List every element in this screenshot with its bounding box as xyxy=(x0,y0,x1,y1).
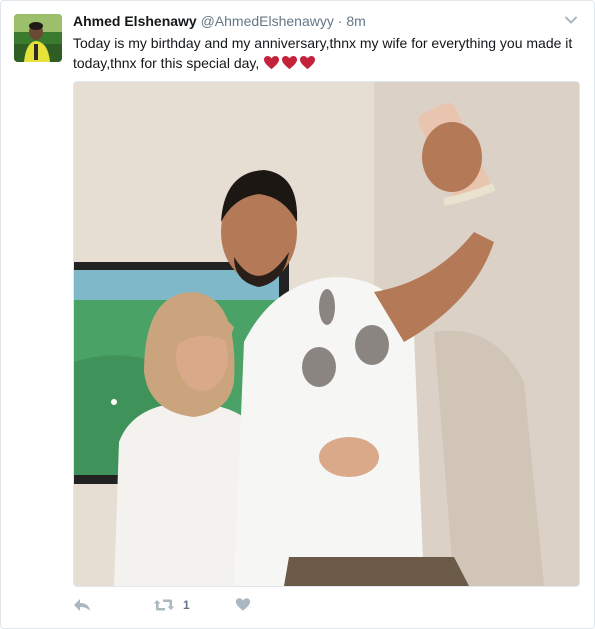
retweet-icon xyxy=(154,599,174,611)
tweet-body: Today is my birthday and my anniversary,… xyxy=(73,35,573,71)
heart-emoji-icon xyxy=(282,55,298,70)
heart-icon xyxy=(235,598,251,611)
author-name[interactable]: Ahmed Elshenawy xyxy=(73,13,197,29)
timestamp[interactable]: 8m xyxy=(346,13,365,29)
avatar[interactable] xyxy=(14,14,62,62)
heart-emoji-icon xyxy=(264,55,280,70)
like-button[interactable] xyxy=(235,597,251,612)
reply-icon xyxy=(74,599,90,611)
author-handle[interactable]: @AhmedElshenawyy xyxy=(201,13,334,29)
reply-button[interactable] xyxy=(73,597,91,613)
tweet-actions: 1 xyxy=(73,597,373,617)
tweet-card: Ahmed Elshenawy @AhmedElshenawyy · 8m To… xyxy=(0,0,595,629)
tweet-text: Today is my birthday and my anniversary,… xyxy=(73,33,583,73)
chevron-down-icon[interactable] xyxy=(564,13,578,27)
tweet-photo[interactable] xyxy=(73,81,580,587)
retweet-count: 1 xyxy=(183,598,190,612)
heart-emoji-icon xyxy=(300,55,316,70)
separator: · xyxy=(337,13,343,29)
tweet-header: Ahmed Elshenawy @AhmedElshenawyy · 8m xyxy=(73,12,554,30)
retweet-button[interactable]: 1 xyxy=(153,597,190,613)
